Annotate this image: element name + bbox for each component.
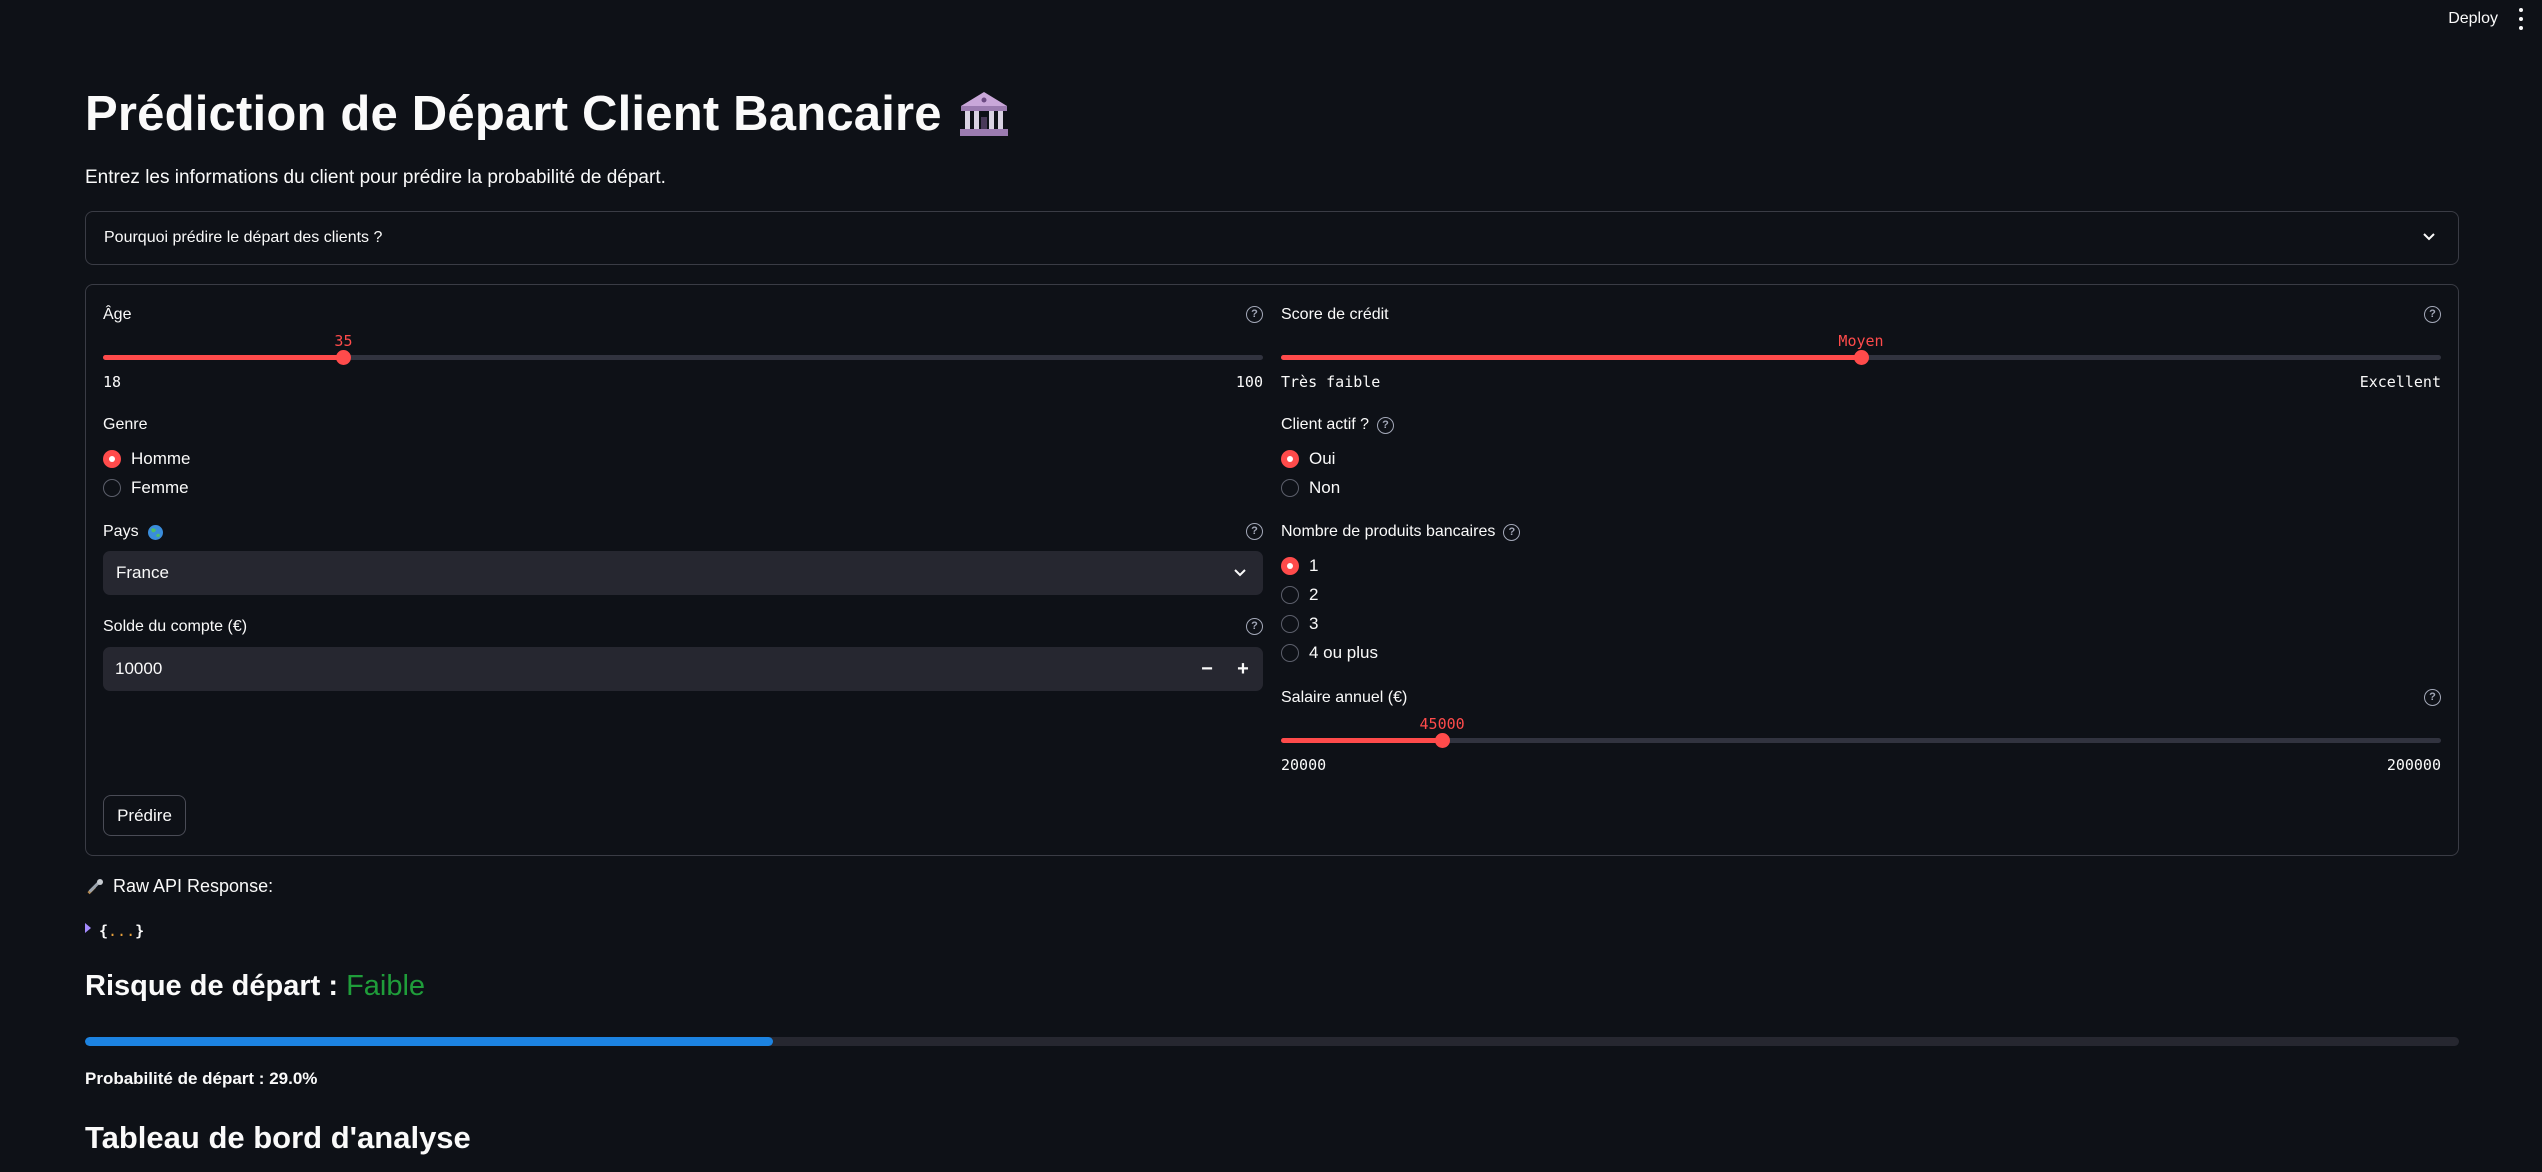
salary-slider-track[interactable] [1281,733,2441,748]
why-predict-expander[interactable]: Pourquoi prédire le départ des clients ? [85,211,2459,265]
page-title: Prédiction de Départ Client Bancaire [85,86,1010,142]
active-radio-oui[interactable]: Oui [1281,449,1335,469]
progress-fill [85,1037,774,1046]
products-option-label: 4 ou plus [1309,643,1378,662]
active-radio-non[interactable]: Non [1281,478,1340,498]
credit-score-slider-min: Très faible [1281,373,1381,391]
radio-selected-icon[interactable] [103,450,121,468]
balance-help-icon[interactable]: ? [1246,618,1263,635]
risk-level: Faible [346,970,426,1002]
age-slider-fill [103,355,344,360]
products-label: Nombre de produits bancaires ? [1281,523,1521,541]
page-subtitle: Entrez les informations du client pour p… [85,167,666,188]
country-selected-value: France [116,563,169,582]
prediction-form: Âge ? 35 18 100 Genre Homme Femme Pays ?… [85,284,2459,856]
json-close-brace: } [135,922,145,940]
salary-slider-value: 45000 [1419,715,1465,733]
gender-option-label: Femme [131,478,189,497]
json-open-brace: { [99,922,109,940]
products-radio-2[interactable]: 2 [1281,585,1318,605]
products-help-icon[interactable]: ? [1503,523,1521,541]
active-option-label: Non [1309,478,1341,497]
age-slider[interactable]: 35 18 100 [103,285,1263,391]
products-label-text: Nombre de produits bancaires [1281,523,1496,540]
json-viewer-toggle[interactable]: {...} [85,922,144,940]
radio-unselected-icon[interactable] [1281,615,1299,633]
country-select[interactable]: France [103,551,1263,595]
expand-triangle-icon[interactable] [85,923,91,933]
radio-unselected-icon[interactable] [103,479,121,497]
credit-score-slider-track[interactable] [1281,350,2441,365]
risk-heading: Risque de départ : Faible [85,970,425,1003]
credit-score-slider-fill [1281,355,1861,360]
gender-label: Genre [103,416,148,433]
gender-option-label: Homme [131,449,191,468]
page-title-text: Prédiction de Départ Client Bancaire [85,87,942,141]
dashboard-title: Tableau de bord d'analyse [85,1120,471,1155]
products-option-label: 2 [1309,585,1319,604]
radio-unselected-icon[interactable] [1281,479,1299,497]
chevron-down-icon [2423,233,2435,241]
radio-unselected-icon[interactable] [1281,586,1299,604]
tools-icon [87,878,103,894]
credit-score-slider-thumb[interactable] [1854,350,1869,365]
increment-button[interactable]: + [1225,647,1261,691]
radio-selected-icon[interactable] [1281,450,1299,468]
salary-slider-fill [1281,738,1443,743]
active-label: Client actif ? ? [1281,416,1395,434]
app-toolbar: Deploy [0,0,2542,40]
country-help-icon[interactable]: ? [1246,523,1263,540]
raw-api-title-text: Raw API Response: [113,876,274,896]
country-label: Pays [103,523,164,541]
risk-prefix: Risque de départ : [85,970,338,1002]
salary-slider-max: 200000 [2386,756,2441,774]
balance-input-wrapper: − + [103,647,1263,691]
active-help-icon[interactable]: ? [1377,416,1395,434]
age-slider-max: 100 [1235,373,1263,391]
products-option-label: 3 [1309,614,1319,633]
credit-score-slider[interactable]: Moyen Très faible Excellent [1281,285,2441,391]
deploy-button[interactable]: Deploy [2444,8,2502,30]
bank-icon [959,92,1008,136]
balance-label: Solde du compte (€) [103,618,248,635]
country-label-text: Pays [103,523,139,540]
radio-selected-icon[interactable] [1281,557,1299,575]
decrement-button[interactable]: − [1189,647,1225,691]
salary-slider-min: 20000 [1281,756,1327,774]
expander-label: Pourquoi prédire le départ des clients ? [104,229,383,246]
age-slider-value: 35 [334,332,353,350]
salary-slider-thumb[interactable] [1435,733,1451,748]
products-radio-1[interactable]: 1 [1281,556,1318,576]
active-option-label: Oui [1309,449,1336,468]
main-menu-icon[interactable] [2518,8,2524,30]
chevron-down-icon [1234,569,1246,577]
json-collapsed-dots: ... [108,922,136,940]
predict-button[interactable]: Prédire [103,795,186,836]
active-label-text: Client actif ? [1281,416,1370,433]
credit-score-slider-max: Excellent [2359,373,2441,391]
gender-radio-homme[interactable]: Homme [103,449,191,469]
radio-unselected-icon[interactable] [1281,644,1299,662]
raw-api-title: Raw API Response: [85,876,273,897]
credit-score-slider-value: Moyen [1838,332,1884,350]
products-radio-4plus[interactable]: 4 ou plus [1281,643,1378,663]
salary-slider[interactable]: 45000 20000 200000 [1281,668,2441,774]
age-slider-thumb[interactable] [336,350,352,365]
probability-text: Probabilité de départ : 29.0% [85,1069,318,1088]
age-slider-track[interactable] [103,350,1263,365]
globe-icon [147,524,163,540]
gender-radio-femme[interactable]: Femme [103,478,189,498]
churn-probability-progress [85,1037,2459,1046]
age-slider-min: 18 [103,373,122,391]
products-option-label: 1 [1309,556,1319,575]
balance-input[interactable] [103,647,1163,691]
products-radio-3[interactable]: 3 [1281,614,1318,634]
